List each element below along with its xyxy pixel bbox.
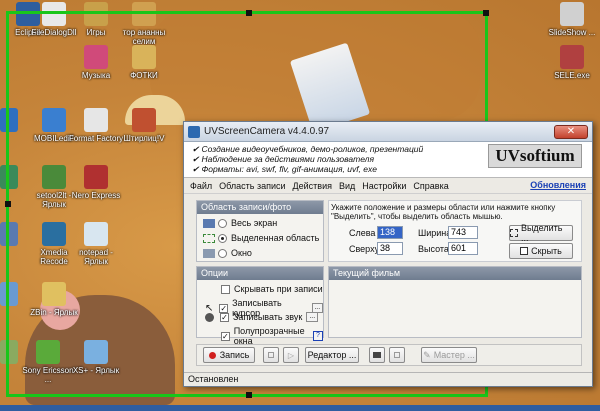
app-icon [560, 2, 584, 26]
speaker-icon [205, 312, 214, 322]
selection-icon [203, 233, 215, 243]
menu-actions[interactable]: Действия [293, 181, 332, 191]
status-bar: Остановлен [184, 372, 592, 386]
current-movie-panel: Текущий фильм [328, 266, 582, 338]
app-camera-icon [188, 125, 200, 138]
hide-button[interactable]: Скрыть [509, 243, 573, 259]
help-icon[interactable]: ? [312, 331, 323, 341]
stop-icon [268, 352, 274, 358]
photo-settings-button[interactable] [389, 347, 405, 363]
exe-icon [560, 45, 584, 69]
checkbox-hide-on-record[interactable] [221, 284, 230, 294]
checkbox-translucent-windows[interactable]: ✓ [221, 331, 230, 341]
menu-record-area[interactable]: Область записи [219, 181, 285, 191]
select-area-icon [510, 229, 518, 237]
desktop-icon-slideshow[interactable]: SlideShow ... [544, 2, 600, 37]
play-button[interactable]: ▷ [283, 347, 299, 363]
record-icon [208, 351, 216, 359]
coordinates-panel: Укажите положение и размеры области или … [328, 200, 582, 262]
height-input[interactable]: 601 [448, 242, 478, 255]
desktop-icon-sele[interactable]: SELE.exe [544, 45, 600, 80]
editor-button[interactable]: Редактор ... [305, 347, 359, 363]
select-area-button[interactable]: Выделить ... [509, 223, 573, 243]
option-record-sound[interactable]: ✓ Записывать звук ... [205, 312, 319, 322]
updates-link[interactable]: Обновления [530, 180, 586, 190]
option-selected-area[interactable]: Выделенная область [203, 233, 319, 243]
width-input[interactable]: 743 [448, 226, 478, 239]
wizard-button[interactable]: ✎ Мастер ... [421, 347, 477, 363]
feature-line: ✔ Наблюдение за действиями пользователя [192, 154, 374, 164]
monitor-icon [203, 218, 215, 228]
checkbox-record-sound[interactable]: ✓ [220, 312, 229, 322]
hint-text: Укажите положение и размеры области или … [331, 203, 556, 221]
radio-full-screen[interactable] [218, 218, 227, 228]
uvsoftium-logo: UVsoftium [488, 144, 582, 168]
resize-handle-top[interactable] [246, 10, 252, 16]
radio-selected-area[interactable] [218, 233, 227, 243]
option-window[interactable]: Окно [203, 248, 252, 258]
resize-handle-left[interactable] [5, 201, 11, 207]
resize-handle-bottom[interactable] [246, 392, 252, 398]
panel-header: Текущий фильм [329, 267, 581, 280]
sound-settings-button[interactable]: ... [306, 312, 319, 322]
camera-button[interactable] [369, 347, 385, 363]
options-panel: Опции Скрывать при записи ↖ ✓ Записывать… [196, 266, 324, 346]
option-translucent-windows[interactable]: ✓ Полупрозрачные окна ? [221, 326, 323, 346]
radio-window[interactable] [218, 248, 227, 258]
feature-line: ✔ Создание видеоучебников, демо-роликов,… [192, 144, 424, 154]
panel-header: Область записи/фото [197, 201, 323, 214]
bottom-toolbar: Запись ▷ Редактор ... ✎ Мастер ... [196, 344, 582, 366]
left-input[interactable]: 138 [377, 226, 403, 239]
height-label: Высота [418, 244, 449, 254]
menu-view[interactable]: Вид [339, 181, 355, 191]
hide-icon [520, 247, 529, 255]
feature-line: ✔ Форматы: avi, swf, flv, gif-анимация, … [192, 164, 377, 174]
taskbar-edge [0, 405, 600, 411]
camera-icon [373, 352, 381, 358]
menu-help[interactable]: Справка [413, 181, 448, 191]
option-hide-on-record[interactable]: Скрывать при записи [221, 284, 323, 294]
left-label: Слева [349, 228, 376, 238]
wizard-icon: ✎ [423, 349, 431, 360]
window-icon [203, 248, 215, 258]
feature-banner: ✔ Создание видеоучебников, демо-роликов,… [184, 142, 592, 178]
close-button[interactable]: ✕ [554, 124, 588, 139]
menu-file[interactable]: Файл [190, 181, 212, 191]
width-label: Ширина [418, 228, 452, 238]
resize-handle-top-right[interactable] [483, 10, 489, 16]
record-button[interactable]: Запись [203, 347, 255, 363]
top-label: Сверху [349, 244, 380, 254]
top-input[interactable]: 38 [377, 242, 403, 255]
stop-button[interactable] [263, 347, 279, 363]
uvscreencamera-window: UVScreenCamera v4.4.0.97 ✕ ✔ Создание ви… [183, 121, 593, 387]
title-bar[interactable]: UVScreenCamera v4.4.0.97 ✕ [184, 122, 592, 142]
square-icon [394, 352, 400, 358]
window-title: UVScreenCamera v4.4.0.97 [204, 126, 330, 137]
option-full-screen[interactable]: Весь экран [203, 218, 277, 228]
menu-settings[interactable]: Настройки [362, 181, 406, 191]
record-area-panel: Область записи/фото Весь экран Выделенна… [196, 200, 324, 262]
play-icon: ▷ [287, 350, 295, 360]
panel-header: Опции [197, 267, 323, 280]
